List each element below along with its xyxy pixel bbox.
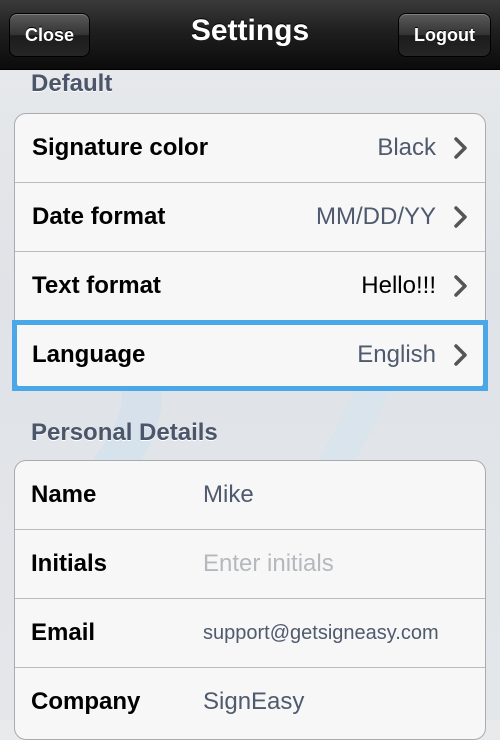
row-label: Language — [32, 341, 146, 368]
row-value: MM/DD/YY — [316, 203, 436, 230]
chevron-right-icon — [454, 275, 467, 297]
initials-row: Initials Enter initials — [15, 530, 485, 599]
email-row: Email — [15, 599, 485, 668]
default-settings-group: Signature color Black Date format MM/DD/… — [14, 113, 486, 390]
row-label: Initials — [31, 550, 108, 577]
row-label: Text format — [32, 272, 161, 299]
personal-details-group: Name Initials Enter initials Email Compa… — [14, 460, 486, 740]
chevron-right-icon — [454, 344, 467, 366]
language-row[interactable]: Language English — [15, 321, 485, 389]
row-value: English — [357, 341, 436, 368]
chevron-right-icon — [454, 206, 467, 228]
company-row: Company — [15, 668, 485, 737]
row-label: Company — [31, 688, 141, 715]
name-row: Name — [15, 461, 485, 530]
row-value: Black — [377, 134, 436, 161]
email-field[interactable] — [203, 599, 473, 667]
company-field[interactable] — [203, 668, 473, 736]
name-field[interactable] — [203, 461, 473, 529]
chevron-right-icon — [454, 137, 467, 159]
signature-color-row[interactable]: Signature color Black — [15, 114, 485, 183]
text-format-row[interactable]: Text format Hello!!! — [15, 252, 485, 321]
section-header-default: Default — [31, 70, 113, 97]
row-value: Hello!!! — [361, 272, 436, 299]
row-label: Date format — [32, 203, 166, 230]
initials-field[interactable]: Enter initials — [203, 530, 473, 598]
row-label: Email — [31, 619, 96, 646]
row-label: Signature color — [32, 134, 209, 161]
logout-button[interactable]: Logout — [398, 13, 491, 57]
row-label: Name — [31, 481, 97, 508]
navigation-bar: Close Settings Logout — [0, 0, 500, 70]
section-header-personal-details: Personal Details — [31, 419, 218, 446]
date-format-row[interactable]: Date format MM/DD/YY — [15, 183, 485, 252]
